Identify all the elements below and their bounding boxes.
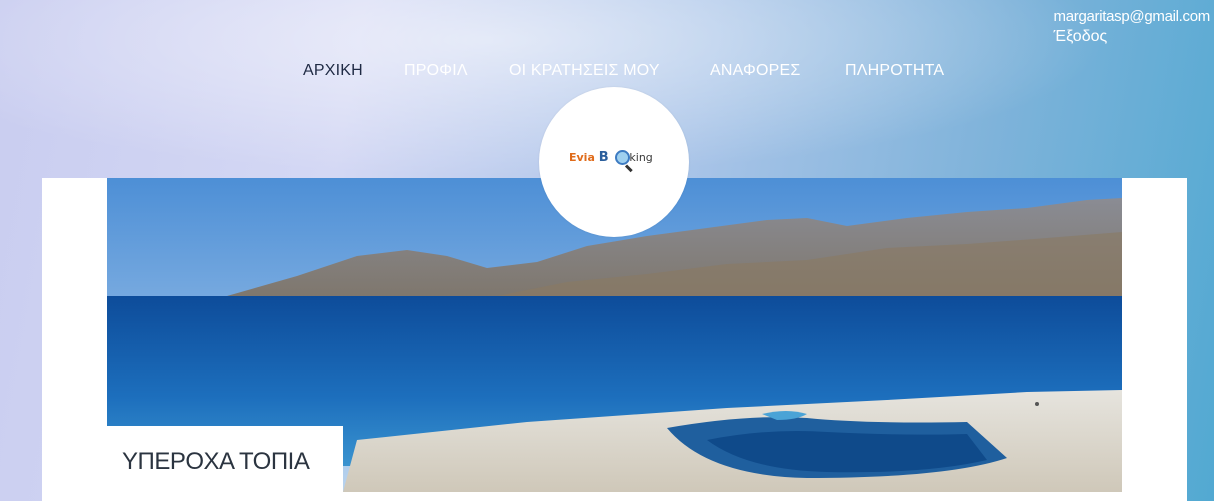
nav-item-my-bookings[interactable]: ΟΙ ΚΡΑΤΗΣΕΙΣ ΜΟΥ (509, 62, 660, 80)
magnifier-handle-icon (624, 164, 633, 173)
logo-text-b: B (598, 150, 609, 165)
hero-caption-box: ΥΠΕΡΟΧΑ ΤΟΠΙΑ (107, 426, 343, 501)
logo-text-evia: Evia (569, 151, 595, 164)
main-nav: ΑΡΧΙΚΗ ΠΡΟΦΙΛ ΟΙ ΚΡΑΤΗΣΕΙΣ ΜΟΥ ΑΝΑΦΟΡΕΣ … (0, 62, 1214, 86)
nav-item-reports[interactable]: ΑΝΑΦΟΡΕΣ (710, 62, 800, 80)
nav-item-home[interactable]: ΑΡΧΙΚΗ (303, 62, 363, 80)
logout-link[interactable]: Έξοδος (1054, 28, 1210, 46)
hero-caption: ΥΠΕΡΟΧΑ ΤΟΠΙΑ (122, 448, 310, 475)
logo-badge[interactable]: Evia Boking (539, 87, 689, 237)
nav-item-occupancy[interactable]: ΠΛΗΡΟΤΗΤΑ (845, 62, 944, 80)
user-email-link[interactable]: margaritasp@gmail.com (1054, 8, 1211, 25)
nav-item-profile[interactable]: ΠΡΟΦΙΛ (404, 62, 468, 80)
logo: Evia Boking (569, 150, 653, 165)
magnifier-icon (615, 150, 630, 165)
user-menu: margaritasp@gmail.com Έξοδος (1054, 8, 1211, 46)
